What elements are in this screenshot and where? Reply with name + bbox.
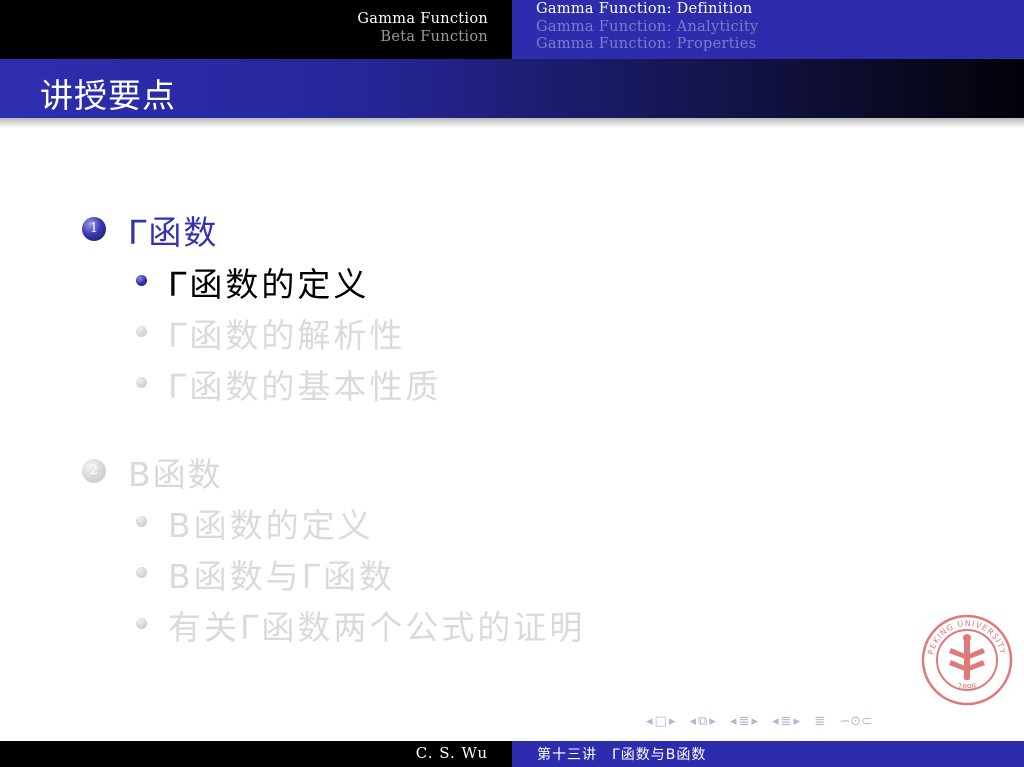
bullet-icon	[136, 618, 147, 629]
subsection-next-icon[interactable]: ▸	[709, 714, 716, 729]
bullet-icon	[136, 326, 147, 337]
beamer-navigation-symbols: ◂ □ ▸ ◂ ⧉ ▸ ◂ ≣ ▸ ◂ ≣ ▸ ≣ ∽⊙⊂	[646, 714, 874, 734]
search-icon[interactable]: ∽⊙⊂	[839, 714, 872, 729]
footer-author: C. S. Wu	[415, 744, 488, 762]
nav-section-gamma[interactable]: Gamma Function	[357, 10, 488, 28]
frame-next-icon[interactable]: ▸	[669, 714, 676, 729]
section-label: Γ函数	[128, 213, 219, 252]
nav-subsection-properties[interactable]: Gamma Function: Properties	[536, 36, 759, 54]
section-nav-list: Gamma Function Beta Function	[357, 10, 488, 46]
item-label: Γ函数的基本性质	[168, 367, 442, 406]
title-shadow	[0, 118, 1024, 128]
bullet-icon	[136, 275, 147, 286]
peking-university-seal-icon: PEKING UNIVERSITY 1898	[921, 614, 1013, 706]
subsection-nav-list: Gamma Function: Definition Gamma Functio…	[536, 1, 759, 54]
header-navigation: Gamma Function Beta Function Gamma Funct…	[0, 0, 1024, 59]
doc-prev-icon[interactable]: ◂	[772, 714, 779, 729]
item-label: B函数与Γ函数	[168, 557, 396, 596]
footer-lecture-title: 第十三讲 Γ函数与B函数	[537, 747, 707, 763]
item-label: Γ函数的定义	[168, 265, 370, 304]
subsection-prev-icon[interactable]: ◂	[690, 714, 697, 729]
frame-title: 讲授要点	[40, 76, 176, 115]
nav-section-beta[interactable]: Beta Function	[357, 28, 488, 46]
frame-icon[interactable]: □	[655, 714, 667, 729]
item-label: B函数的定义	[168, 506, 374, 545]
frame-title-bar: 讲授要点	[0, 59, 1024, 118]
section-number-ball: 1	[82, 217, 106, 241]
item-label: Γ函数的解析性	[168, 316, 406, 355]
section-label: B函数	[128, 455, 223, 494]
doc-icon[interactable]: ≣	[781, 714, 792, 729]
doc-next-icon[interactable]: ▸	[794, 714, 801, 729]
subsection-icon[interactable]: ⧉	[698, 714, 707, 729]
section-prev-icon[interactable]: ◂	[730, 714, 737, 729]
appendix-icon[interactable]: ≣	[814, 714, 825, 729]
section-number-ball: 2	[82, 459, 106, 483]
bullet-icon	[136, 567, 147, 578]
header-subsection-panel: Gamma Function: Definition Gamma Functio…	[512, 0, 1024, 59]
footer-author-panel: C. S. Wu	[0, 741, 512, 767]
footer-bar: C. S. Wu 第十三讲 Γ函数与B函数	[0, 741, 1024, 767]
item-label: 有关Γ函数两个公式的证明	[168, 608, 586, 647]
footer-title-panel: 第十三讲 Γ函数与B函数	[512, 741, 1024, 767]
bullet-icon	[136, 516, 147, 527]
bullet-icon	[136, 377, 147, 388]
frame-prev-icon[interactable]: ◂	[646, 714, 653, 729]
nav-subsection-analyticity[interactable]: Gamma Function: Analyticity	[536, 19, 759, 37]
nav-subsection-definition[interactable]: Gamma Function: Definition	[536, 1, 759, 19]
section-icon[interactable]: ≣	[739, 714, 750, 729]
section-next-icon[interactable]: ▸	[751, 714, 758, 729]
header-section-panel: Gamma Function Beta Function	[0, 0, 512, 59]
